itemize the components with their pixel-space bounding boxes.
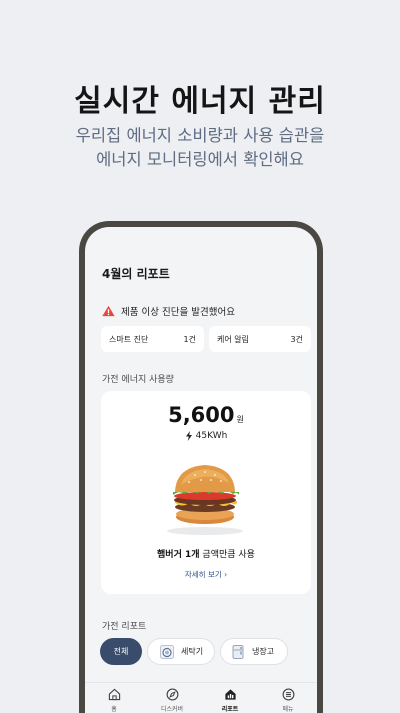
alert-text: 제품 이상 진단을 발견했어요: [121, 307, 235, 318]
tab-discover[interactable]: 디스커버: [143, 683, 201, 713]
report-icon: [224, 689, 236, 700]
filter-fridge-button[interactable]: 냉장고: [220, 638, 288, 665]
filter-all-button[interactable]: 전체: [100, 638, 142, 665]
chip-value: 1건: [183, 334, 196, 344]
bolt-icon: [185, 431, 192, 441]
diagnosis-alert[interactable]: 제품 이상 진단을 발견했어요: [102, 304, 235, 318]
hero-title: 실시간 에너지 관리: [74, 84, 326, 119]
phone-frame: 4월의 리포트 제품 이상 진단을 발견했어요 스마트 진단 1건 케어 알림 …: [79, 221, 323, 713]
home-icon: [108, 688, 120, 701]
app-screen: 4월의 리포트 제품 이상 진단을 발견했어요 스마트 진단 1건 케어 알림 …: [85, 227, 317, 713]
filter-fridge-label: 냉장고: [252, 647, 275, 656]
tab-report-label: 리포트: [221, 706, 239, 713]
care-alert-chip[interactable]: 케어 알림 3건: [209, 326, 311, 352]
tab-menu[interactable]: 메뉴: [259, 683, 317, 713]
energy-usage-card: 5,600 원 45KWh 햄버거 1개 금액만큼 사용 자세히 보기 ›: [101, 391, 311, 594]
chip-label: 케어 알림: [217, 334, 249, 344]
washer-icon: [160, 644, 174, 659]
detail-link-label: 자세히 보기: [184, 570, 222, 579]
menu-icon: [282, 688, 294, 701]
detail-link[interactable]: 자세히 보기 ›: [101, 569, 311, 580]
kwh-value: 45KWh: [195, 431, 228, 441]
energy-section-label: 가전 에너지 사용량: [102, 375, 174, 385]
comparison-highlight: 햄버거 1개: [157, 550, 200, 560]
tab-home[interactable]: 홈: [85, 683, 143, 713]
fridge-icon: [232, 644, 244, 659]
hero-subtitle: 우리집 에너지 소비량과 사용 습관을 에너지 모니터링에서 확인해요: [0, 124, 400, 172]
chevron-right-icon: ›: [224, 570, 228, 579]
amount-unit: 원: [236, 415, 244, 424]
tab-home-label: 홈: [111, 706, 117, 713]
energy-amount: 5,600 원: [101, 403, 311, 427]
tab-menu-label: 메뉴: [282, 706, 294, 713]
tab-discover-label: 디스커버: [160, 706, 184, 713]
bottom-tab-bar: 홈 디스커버 리포트 메뉴: [85, 682, 317, 713]
compass-icon: [166, 688, 178, 701]
warning-icon: [102, 305, 115, 317]
filter-washer-label: 세탁기: [181, 647, 204, 656]
smart-diagnosis-chip[interactable]: 스마트 진단 1건: [101, 326, 204, 352]
usage-comparison-text: 햄버거 1개 금액만큼 사용: [101, 547, 311, 560]
filter-washer-button[interactable]: 세탁기: [147, 638, 215, 665]
tab-report[interactable]: 리포트: [201, 683, 259, 713]
comparison-rest: 금액만큼 사용: [199, 550, 255, 560]
hero-subtitle-line-2: 에너지 모니터링에서 확인해요: [96, 150, 304, 169]
hero-subtitle-line-1: 우리집 에너지 소비량과 사용 습관을: [75, 126, 325, 145]
kwh-readout: 45KWh: [101, 431, 311, 442]
chip-value: 3건: [290, 334, 303, 344]
hamburger-illustration: [167, 465, 243, 535]
amount-value: 5,600: [168, 403, 235, 427]
chip-label: 스마트 진단: [109, 334, 149, 344]
appliance-report-label: 가전 리포트: [102, 622, 147, 632]
report-title: 4월의 리포트: [102, 267, 170, 281]
